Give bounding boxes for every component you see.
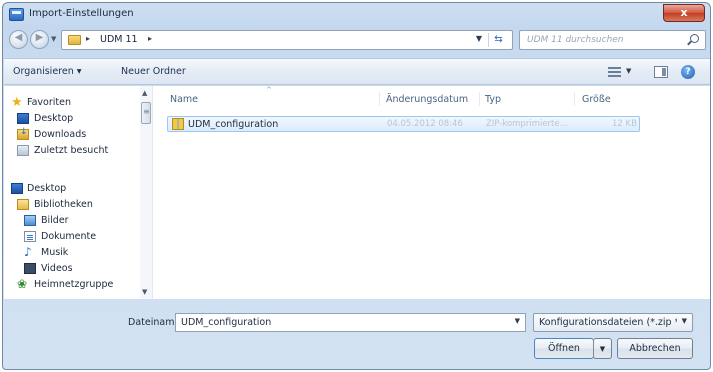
scroll-down-icon[interactable]: ▼ xyxy=(142,288,147,296)
address-bar[interactable]: ▸ UDM 11 ▸ ▼ ⇆ xyxy=(61,30,513,50)
organize-button[interactable]: Organisieren ▾ xyxy=(13,66,82,77)
nav-item-libraries[interactable]: Bibliotheken xyxy=(4,198,134,212)
filename-value[interactable]: UDM_configuration xyxy=(181,317,271,328)
help-icon[interactable]: ? xyxy=(681,65,695,79)
nav-item-desktop[interactable]: Desktop xyxy=(4,112,134,126)
search-icon[interactable] xyxy=(690,34,699,43)
nav-item-homegroup[interactable]: ❀ Heimnetzgruppe xyxy=(4,278,138,292)
breadcrumb-separator-icon[interactable]: ▸ xyxy=(86,34,90,43)
nav-item-pictures[interactable]: Bilder xyxy=(4,214,134,228)
file-type-filter-value[interactable]: Konfigurationsdateien (*.zip *.i xyxy=(539,317,677,328)
preview-pane-icon[interactable] xyxy=(654,66,668,78)
nav-label: Desktop xyxy=(34,113,74,124)
column-separator[interactable] xyxy=(379,92,380,106)
nav-item-videos[interactable]: Videos xyxy=(4,262,134,276)
new-folder-button[interactable]: Neuer Ordner xyxy=(121,66,186,77)
file-modified: 04.05.2012 08:46 xyxy=(387,119,463,129)
content-area: ★ Favoriten Desktop Downloads Zuletzt be… xyxy=(4,86,710,299)
cancel-button[interactable]: Abbrechen xyxy=(617,338,693,359)
filename-field[interactable]: UDM_configuration ▼ xyxy=(175,313,526,332)
breadcrumb-udm11[interactable]: UDM 11 xyxy=(100,34,138,45)
search-box[interactable]: UDM 11 durchsuchen xyxy=(519,30,706,50)
nav-label: Bilder xyxy=(41,215,69,226)
filename-dropdown-icon[interactable]: ▼ xyxy=(515,317,520,325)
nav-label: Desktop xyxy=(27,183,67,194)
nav-item-documents[interactable]: Dokumente xyxy=(4,230,134,244)
nav-item-recent[interactable]: Zuletzt besucht xyxy=(4,144,134,158)
scroll-up-icon[interactable]: ▲ xyxy=(142,89,147,97)
forward-button[interactable]: ▶ xyxy=(30,30,49,49)
nav-item-downloads[interactable]: Downloads xyxy=(4,127,134,142)
nav-scrollbar[interactable]: ▲ ▼ xyxy=(140,86,152,299)
nav-label: Dokumente xyxy=(41,231,97,242)
forward-arrow-icon: ▶ xyxy=(35,32,44,43)
open-button[interactable]: Öffnen xyxy=(534,338,594,359)
documents-icon xyxy=(24,231,36,242)
nav-item-music[interactable]: ♪ Musik xyxy=(4,246,134,260)
scroll-thumb[interactable] xyxy=(141,102,151,124)
column-header-size[interactable]: Größe xyxy=(582,94,611,105)
column-header-type[interactable]: Typ xyxy=(485,94,501,105)
chevron-down-icon[interactable]: ▼ xyxy=(682,317,687,325)
file-open-dialog: Import-Einstellungen x ◀ ▶ ▼ ▸ UDM 11 ▸ … xyxy=(2,2,711,370)
file-size: 12 KB xyxy=(612,119,637,129)
nav-label: Heimnetzgruppe xyxy=(34,279,114,290)
file-type: ZIP-komprimierte... xyxy=(486,119,568,129)
sort-indicator-icon: ^ xyxy=(266,86,272,94)
videos-icon xyxy=(24,263,36,274)
file-type-filter[interactable]: Konfigurationsdateien (*.zip *.i ▼ xyxy=(533,313,693,332)
back-button[interactable]: ◀ xyxy=(9,30,28,49)
refresh-icon[interactable]: ⇆ xyxy=(488,33,508,47)
recent-places-icon xyxy=(17,145,29,156)
address-history-dropdown[interactable]: ▼ xyxy=(476,34,482,43)
homegroup-icon: ❀ xyxy=(17,277,28,291)
desktop-icon xyxy=(11,183,23,194)
window-title: Import-Einstellungen xyxy=(29,8,134,19)
nav-label: Zuletzt besucht xyxy=(34,145,109,156)
column-separator[interactable] xyxy=(574,92,575,106)
window-icon xyxy=(9,8,24,21)
nav-label: Downloads xyxy=(34,129,87,140)
nav-label: Musik xyxy=(41,247,69,258)
back-arrow-icon: ◀ xyxy=(14,32,23,43)
nav-item-desktop-root[interactable]: Desktop xyxy=(4,182,134,196)
search-input[interactable]: UDM 11 durchsuchen xyxy=(527,35,624,45)
star-icon: ★ xyxy=(11,95,23,110)
nav-item-favorites[interactable]: ★ Favoriten xyxy=(4,96,134,110)
pictures-icon xyxy=(24,215,36,226)
file-name: UDM_configuration xyxy=(188,119,279,130)
downloads-icon xyxy=(17,127,29,140)
nav-label: Favoriten xyxy=(27,97,71,108)
navigation-pane: ★ Favoriten Desktop Downloads Zuletzt be… xyxy=(4,86,153,299)
view-dropdown-icon[interactable]: ▼ xyxy=(626,67,631,75)
zip-file-icon xyxy=(172,118,184,130)
title-bar[interactable]: Import-Einstellungen x xyxy=(3,3,710,27)
recent-locations-dropdown[interactable]: ▼ xyxy=(51,35,56,43)
file-row-udm-configuration[interactable]: UDM_configuration 04.05.2012 08:46 ZIP-k… xyxy=(167,116,640,132)
nav-label: Videos xyxy=(41,263,73,274)
column-separator[interactable] xyxy=(479,92,480,106)
column-header-name[interactable]: Name xyxy=(170,94,198,105)
folder-icon xyxy=(68,35,81,45)
libraries-icon xyxy=(17,199,29,210)
file-list: Name ^ Änderungsdatum Typ Größe UDM_conf… xyxy=(154,86,710,299)
close-button[interactable]: x xyxy=(663,4,705,22)
nav-label: Bibliotheken xyxy=(34,199,93,210)
command-toolbar: Organisieren ▾ Neuer Ordner ▼ ? xyxy=(4,58,710,85)
open-options-button[interactable]: ▼ xyxy=(593,338,612,359)
music-icon: ♪ xyxy=(24,245,32,259)
breadcrumb-separator-icon[interactable]: ▸ xyxy=(148,34,152,43)
view-options-icon[interactable] xyxy=(608,67,621,77)
desktop-icon xyxy=(17,113,29,124)
chevron-down-icon: ▼ xyxy=(599,345,606,353)
column-header-modified[interactable]: Änderungsdatum xyxy=(386,94,468,105)
